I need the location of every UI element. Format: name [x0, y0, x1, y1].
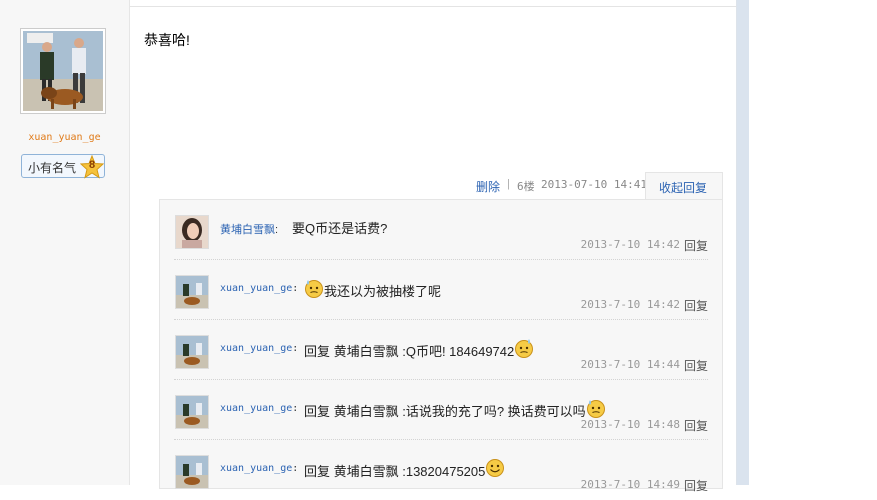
reply-time: 2013-7-10 14:44 — [580, 358, 680, 371]
reply-button[interactable]: 回复 — [684, 417, 708, 434]
sweat-face-icon — [305, 280, 323, 298]
reply-content: 回复 黄埔白雪飘 :话说我的充了吗? 换话费可以吗 — [304, 404, 586, 419]
sweat-face-icon — [586, 400, 605, 418]
reply-avatar[interactable] — [175, 455, 209, 489]
reply-time: 2013-7-10 14:42 — [580, 238, 680, 251]
reply-content: 我还以为被抽楼了呢 — [324, 284, 442, 299]
reply-item: 黄埔白雪飘: 要Q币还是话费? 2013-7-10 14:42 回复 — [174, 200, 708, 260]
reply-item: xuan_yuan_ge: 我还以为被抽楼了呢 2013-7-10 14:42 … — [174, 260, 708, 320]
reply-content-wrap: 我还以为被抽楼了呢 — [304, 278, 441, 300]
reply-content-wrap: 回复 黄埔白雪飘 :话说我的充了吗? 换话费可以吗 — [304, 398, 606, 420]
reply-author[interactable]: xuan_yuan_ge: — [220, 283, 298, 294]
right-gutter — [737, 0, 749, 485]
reply-content-wrap: 回复 黄埔白雪飘 :Q币吧! 184649742 — [304, 338, 534, 360]
reply-content: 回复 黄埔白雪飘 :13820475205 — [304, 464, 486, 479]
page-background-right — [749, 0, 877, 485]
reply-content-wrap: 回复 黄埔白雪飘 :13820475205 — [304, 458, 505, 480]
reply-avatar[interactable] — [175, 335, 209, 369]
delete-link[interactable]: 删除 — [476, 178, 500, 195]
avatar-photo — [176, 456, 208, 488]
rank-label: 小有名气 — [28, 161, 77, 175]
reply-button[interactable]: 回复 — [684, 237, 708, 254]
reply-author[interactable]: 黄埔白雪飘: — [220, 221, 278, 237]
reply-item: xuan_yuan_ge: 回复 黄埔白雪飘 :话说我的充了吗? 换话费可以吗 … — [174, 380, 708, 440]
reply-avatar[interactable] — [175, 275, 209, 309]
reply-author[interactable]: xuan_yuan_ge: — [220, 463, 298, 474]
avatar-photo — [23, 31, 103, 111]
reply-author[interactable]: xuan_yuan_ge: — [220, 343, 298, 354]
sweat-face-icon — [515, 339, 534, 358]
collapse-replies-label: 收起回复 — [659, 181, 708, 195]
smile-face-icon — [486, 459, 505, 477]
post-date: 2013-07-10 14:41 — [541, 178, 647, 191]
rank-badge[interactable]: 小有名气 8 — [21, 154, 105, 179]
reply-author[interactable]: xuan_yuan_ge: — [220, 403, 298, 414]
rank-level: 8 — [88, 159, 96, 171]
reply-button[interactable]: 回复 — [684, 357, 708, 374]
reply-button[interactable]: 回复 — [684, 297, 708, 314]
avatar-photo — [176, 216, 208, 248]
author-avatar[interactable] — [20, 28, 106, 114]
collapse-replies-tab[interactable]: 收起回复 — [645, 172, 723, 199]
reply-time: 2013-7-10 14:42 — [580, 298, 680, 311]
reply-avatar[interactable] — [175, 215, 209, 249]
reply-item: xuan_yuan_ge: 回复 黄埔白雪飘 :13820475205 2013… — [174, 440, 708, 500]
reply-time: 2013-7-10 14:48 — [580, 418, 680, 431]
meta-separator: | — [507, 178, 510, 190]
reply-button[interactable]: 回复 — [684, 477, 708, 494]
reply-content: 要Q币还是话费? — [292, 221, 388, 236]
author-username[interactable]: xuan_yuan_ge — [0, 132, 129, 143]
avatar-photo — [176, 276, 208, 308]
post-body-text: 恭喜哈! — [144, 32, 190, 48]
avatar-photo — [176, 336, 208, 368]
avatar-photo — [176, 396, 208, 428]
reply-item: xuan_yuan_ge: 回复 黄埔白雪飘 :Q币吧! 184649742 2… — [174, 320, 708, 380]
top-divider — [130, 6, 736, 7]
reply-avatar[interactable] — [175, 395, 209, 429]
reply-content: 回复 黄埔白雪飘 :Q币吧! 184649742 — [304, 344, 515, 359]
floor-number: 6楼 — [517, 180, 535, 193]
